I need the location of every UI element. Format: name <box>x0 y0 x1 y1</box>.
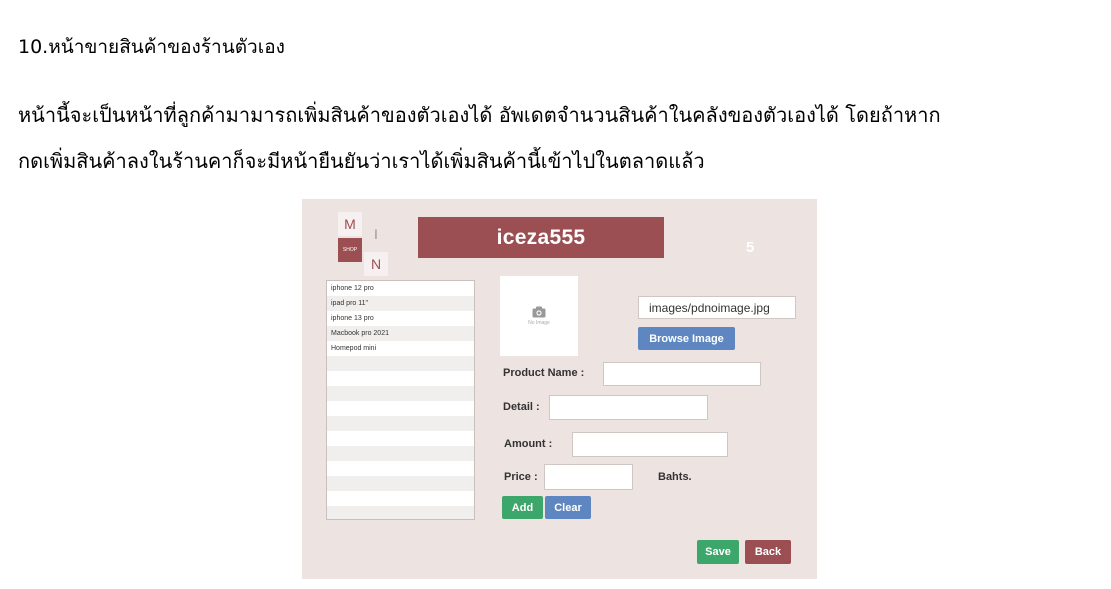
logo-shop-tag: SHOP <box>338 238 362 262</box>
amount-input[interactable] <box>572 432 728 457</box>
empty-list-row <box>327 491 474 506</box>
section-heading: 10.หน้าขายสินค้าของร้านตัวเอง <box>18 36 285 58</box>
empty-list-row <box>327 446 474 461</box>
empty-list-row <box>327 476 474 491</box>
product-name-label: Product Name : <box>503 367 585 379</box>
empty-list-row <box>327 371 474 386</box>
price-label: Price : <box>504 471 538 483</box>
clear-button[interactable]: Clear <box>545 496 591 519</box>
list-item[interactable]: Homepod mini <box>327 341 474 356</box>
product-list[interactable]: iphone 12 pro ipad pro 11" iphone 13 pro… <box>326 280 475 520</box>
empty-list-row <box>327 431 474 446</box>
empty-list-row <box>327 401 474 416</box>
image-path-field[interactable]: images/pdnoimage.jpg <box>638 296 796 319</box>
paragraph-line-1: หน้านี้จะเป็นหน้าที่ลูกค้ามามารถเพิ่มสิน… <box>18 103 941 127</box>
empty-list-row <box>327 356 474 371</box>
list-item[interactable]: iphone 13 pro <box>327 311 474 326</box>
detail-input[interactable] <box>549 395 708 420</box>
logo-letter-i: I <box>374 226 378 242</box>
product-count: 5 <box>746 239 755 256</box>
empty-list-row <box>327 386 474 401</box>
back-button[interactable]: Back <box>745 540 791 564</box>
add-button[interactable]: Add <box>502 496 543 519</box>
save-button[interactable]: Save <box>697 540 739 564</box>
price-input[interactable] <box>544 464 633 490</box>
list-item[interactable]: iphone 12 pro <box>327 281 474 296</box>
list-item[interactable]: ipad pro 11" <box>327 296 474 311</box>
price-unit-label: Bahts. <box>658 471 692 483</box>
empty-list-row <box>327 506 474 519</box>
shop-logo: M I SHOP N <box>338 212 388 276</box>
empty-list-row <box>327 461 474 476</box>
app-screenshot: M I SHOP N iceza555 5 iphone 12 pro ipad… <box>302 199 817 579</box>
no-image-text: No Image <box>528 320 550 326</box>
product-name-input[interactable] <box>603 362 761 386</box>
store-name-banner: iceza555 <box>418 217 664 258</box>
paragraph-line-2: กดเพิ่มสินค้าลงในร้านคาก็จะมีหน้ายืนยันว… <box>18 149 705 173</box>
camera-icon <box>532 306 546 318</box>
logo-letter-m: M <box>338 212 362 236</box>
logo-letter-n: N <box>364 252 388 276</box>
detail-label: Detail : <box>503 401 540 413</box>
product-image-preview: No Image <box>500 276 578 356</box>
empty-list-row <box>327 416 474 431</box>
description-paragraph: หน้านี้จะเป็นหน้าที่ลูกค้ามามารถเพิ่มสิน… <box>18 92 1108 184</box>
browse-image-button[interactable]: Browse Image <box>638 327 735 350</box>
amount-label: Amount : <box>504 438 553 450</box>
list-item[interactable]: Macbook pro 2021 <box>327 326 474 341</box>
